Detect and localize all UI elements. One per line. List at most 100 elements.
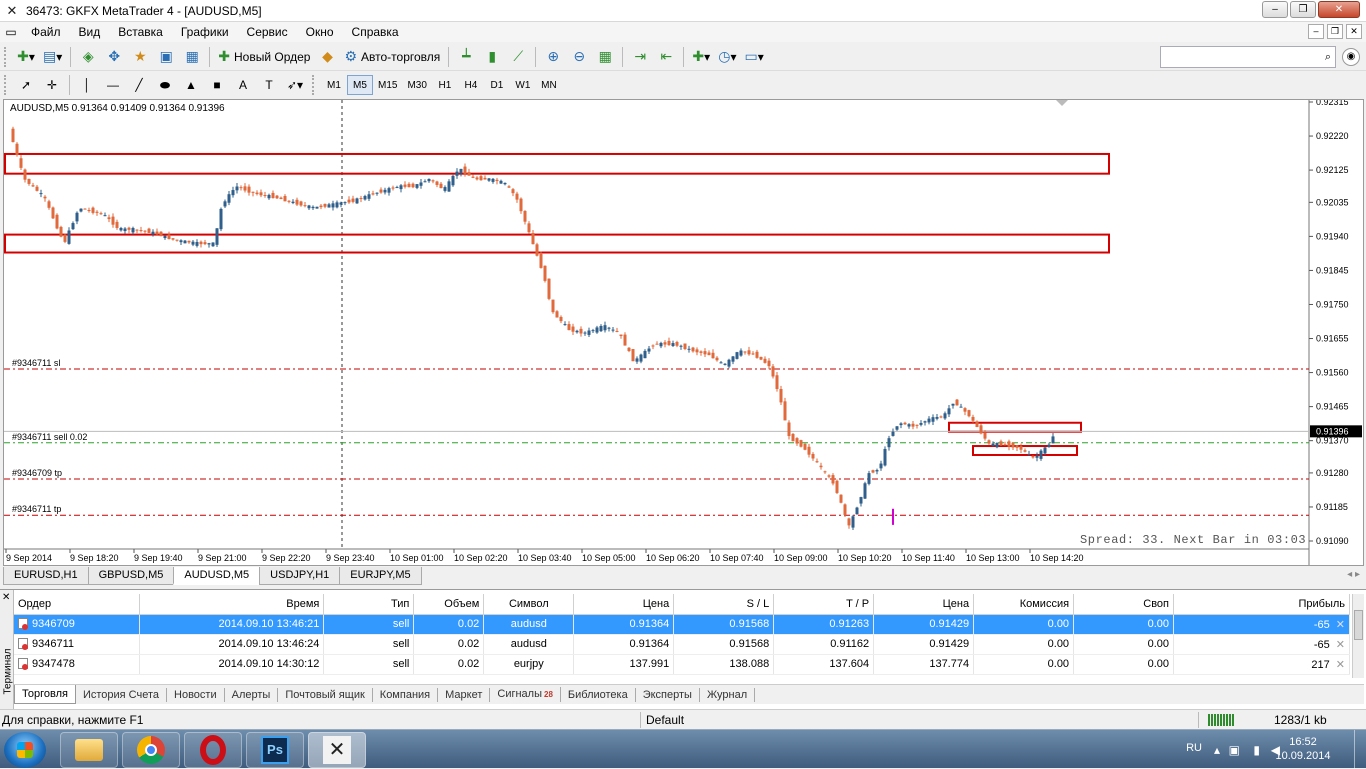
timeframe-h1[interactable]: H1 <box>432 75 458 95</box>
chart-shift-marker[interactable] <box>1056 100 1068 106</box>
timeframe-d1[interactable]: D1 <box>484 75 510 95</box>
terminal-tab[interactable]: Компания <box>373 687 439 702</box>
column-header[interactable]: Время <box>139 594 325 615</box>
menu-window[interactable]: Окно <box>297 22 343 42</box>
chart-tab-eurjpy[interactable]: EURJPY,M5 <box>339 567 422 585</box>
terminal-tab[interactable]: Почтовый ящик <box>278 687 373 702</box>
scroll-thumb[interactable] <box>1354 610 1363 640</box>
menu-file[interactable]: Файл <box>22 22 70 42</box>
periods-button[interactable]: ◷ ▾ <box>715 46 739 68</box>
line-chart-button[interactable]: ⟋ <box>506 46 530 68</box>
column-header[interactable]: Прибыль <box>1173 594 1350 615</box>
arrows-tool[interactable]: ➶ ▾ <box>283 74 307 96</box>
maximize-button[interactable]: ❐ <box>1290 1 1316 18</box>
chart-canvas[interactable]: 0.92315 0.92220 0.92125 0.92035 0.91940 0.918… <box>4 100 1363 565</box>
terminal-tab[interactable]: Эксперты <box>636 687 700 702</box>
minimize-button[interactable]: ‒ <box>1262 1 1288 18</box>
menu-insert[interactable]: Вставка <box>109 22 172 42</box>
data-window-button[interactable]: ✥ <box>102 46 126 68</box>
chart-tab-eurusd[interactable]: EURUSD,H1 <box>3 567 89 585</box>
timeframe-m15[interactable]: M15 <box>373 75 402 95</box>
search-input[interactable] <box>1174 51 1325 63</box>
community-icon[interactable]: ◉ <box>1342 48 1360 66</box>
column-header[interactable]: Цена <box>573 594 675 615</box>
autotrading-button[interactable]: ⚙ Авто-торговля <box>341 46 443 68</box>
terminal-tab[interactable]: Журнал <box>700 687 756 702</box>
menu-help[interactable]: Справка <box>343 22 408 42</box>
strategy-tester-button[interactable]: ▦ <box>180 46 204 68</box>
candlestick-button[interactable]: ▮ <box>480 46 504 68</box>
column-header[interactable]: Символ <box>483 594 575 615</box>
chart-tab-usdjpy[interactable]: USDJPY,H1 <box>259 567 341 585</box>
terminal-tab[interactable]: Библиотека <box>561 687 636 702</box>
network-icon[interactable]: ▣ <box>1229 743 1240 757</box>
market-watch-button[interactable]: ◈ <box>76 46 100 68</box>
new-chart-button[interactable]: ✚ ▾ <box>14 46 38 68</box>
column-header[interactable]: Своп <box>1073 594 1175 615</box>
status-profile[interactable]: Default <box>646 713 684 727</box>
price-zone-rectangle[interactable] <box>4 152 1110 175</box>
close-button[interactable]: ✕ <box>1318 1 1360 18</box>
taskbar-metatrader[interactable]: ✕ <box>308 732 366 768</box>
terminal-scrollbar[interactable] <box>1352 594 1364 678</box>
chart-minimize-button[interactable]: ‒ <box>1308 24 1324 39</box>
chart-tab-audusd[interactable]: AUDUSD,M5 <box>173 567 261 585</box>
terminal-tab[interactable]: История Счета <box>76 687 168 702</box>
text-label-tool[interactable]: T <box>257 74 281 96</box>
toolbar-grip[interactable] <box>312 75 318 95</box>
taskbar-chrome[interactable] <box>122 732 180 768</box>
menu-charts[interactable]: Графики <box>172 22 238 42</box>
profiles-button[interactable]: ▤ ▾ <box>40 46 65 68</box>
show-desktop-button[interactable] <box>1354 730 1366 769</box>
templates-button[interactable]: ▭ ▾ <box>742 46 767 68</box>
meta-editor-button[interactable]: ◆ <box>315 46 339 68</box>
trendline-tool[interactable]: ╱ <box>127 74 151 96</box>
column-header[interactable]: Цена <box>873 594 975 615</box>
clock[interactable]: 16:52 10.09.2014 <box>1266 735 1340 763</box>
rectangle-tool[interactable]: ■ <box>205 74 229 96</box>
terminal-close-icon[interactable]: ✕ <box>2 592 10 603</box>
tray-expand-icon[interactable]: ▴ <box>1214 743 1220 757</box>
navigator-button[interactable]: ★ <box>128 46 152 68</box>
terminal-button[interactable]: ▣ <box>154 46 178 68</box>
cursor-tool[interactable]: ➚ <box>14 74 38 96</box>
terminal-tab[interactable]: Маркет <box>438 687 491 702</box>
mdi-chart-icon[interactable]: ▭ <box>0 25 22 39</box>
menu-view[interactable]: Вид <box>70 22 110 42</box>
menu-tools[interactable]: Сервис <box>238 22 297 42</box>
order-row[interactable]: 9346711 2014.09.10 13:46:24 sell 0.02 audusd… <box>14 634 1350 655</box>
timeframe-m1[interactable]: M1 <box>321 75 347 95</box>
indicators-button[interactable]: ✚ ▾ <box>689 46 713 68</box>
horizontal-line-tool[interactable]: ― <box>101 74 125 96</box>
order-row[interactable]: 9347478 2014.09.10 14:30:12 sell 0.02 eurjpy… <box>14 654 1350 675</box>
vertical-line-tool[interactable]: │ <box>75 74 99 96</box>
zoom-in-button[interactable]: ⊕ <box>541 46 565 68</box>
column-header[interactable]: Тип <box>323 594 415 615</box>
column-header[interactable]: T / P <box>773 594 875 615</box>
timeframe-h4[interactable]: H4 <box>458 75 484 95</box>
language-indicator[interactable]: RU <box>1186 742 1202 754</box>
ellipse-tool[interactable]: ⬬ <box>153 74 177 96</box>
toolbar-grip[interactable] <box>4 75 10 95</box>
timeframe-w1[interactable]: W1 <box>510 75 536 95</box>
chart-tab-gbpusd[interactable]: GBPUSD,M5 <box>87 567 175 585</box>
zoom-out-button[interactable]: ⊖ <box>567 46 591 68</box>
connection-meter-icon[interactable] <box>1208 714 1234 726</box>
taskbar-opera[interactable] <box>184 732 242 768</box>
timeframe-m5[interactable]: M5 <box>347 75 373 95</box>
text-tool[interactable]: A <box>231 74 255 96</box>
timeframe-mn[interactable]: MN <box>536 75 562 95</box>
column-header[interactable]: Комиссия <box>973 594 1075 615</box>
bar-chart-button[interactable]: ┷ <box>454 46 478 68</box>
new-order-button[interactable]: ✚ Новый Ордер <box>215 46 313 68</box>
terminal-tab[interactable]: Алерты <box>225 687 279 702</box>
close-order-icon[interactable]: ✕ <box>1336 659 1345 671</box>
signal-icon[interactable]: ▮ <box>1253 743 1260 757</box>
column-header[interactable]: S / L <box>673 594 775 615</box>
auto-scroll-button[interactable]: ⇥ <box>628 46 652 68</box>
close-order-icon[interactable]: ✕ <box>1336 619 1345 631</box>
order-row[interactable]: 9346709 2014.09.10 13:46:21 sell 0.02 audusd… <box>14 614 1350 635</box>
column-header[interactable]: Ордер <box>14 594 141 615</box>
column-header[interactable]: Объем <box>413 594 485 615</box>
toolbar-grip[interactable] <box>4 46 10 67</box>
